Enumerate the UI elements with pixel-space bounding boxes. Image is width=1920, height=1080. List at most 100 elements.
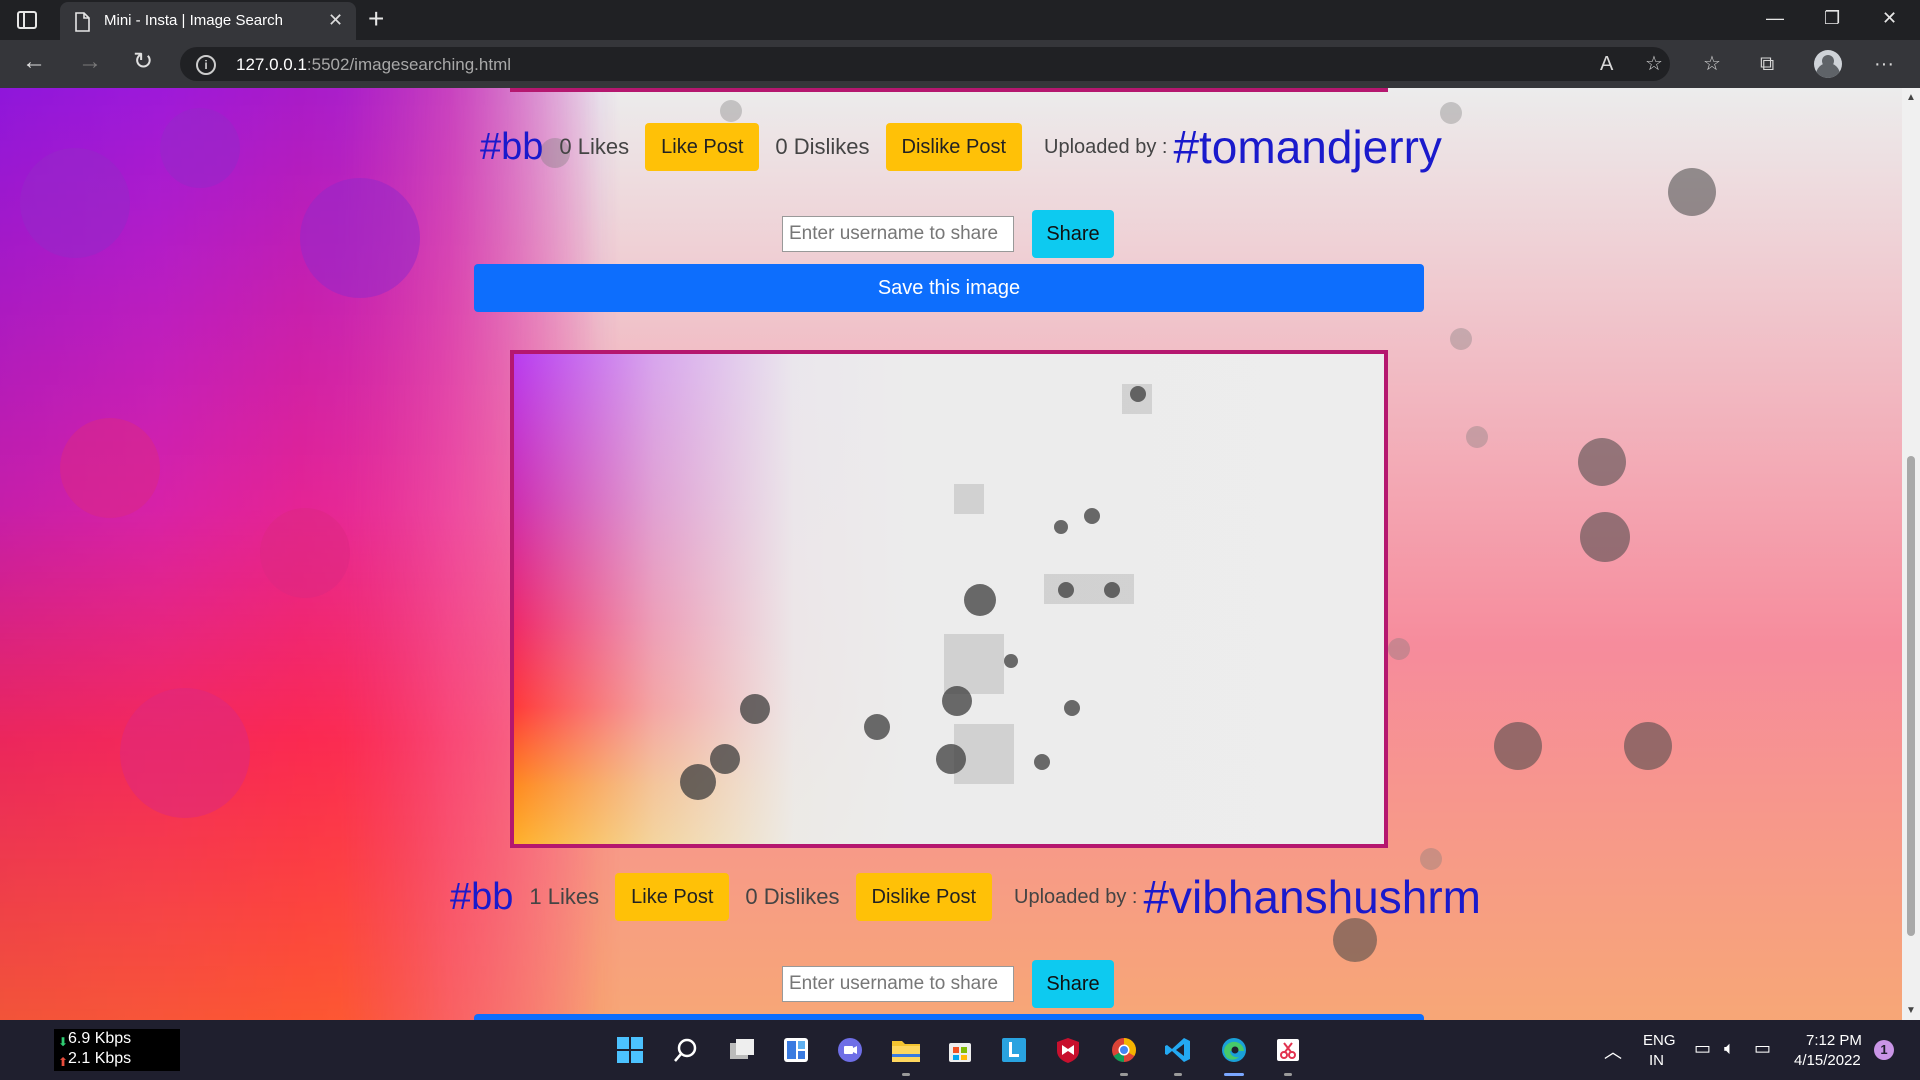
- network-icon[interactable]: ▭: [1694, 1038, 1711, 1059]
- file-explorer-icon[interactable]: [890, 1034, 922, 1076]
- page-viewport: #bb 0 Likes Like Post 0 Dislikes Dislike…: [0, 88, 1902, 1020]
- image-square: [954, 484, 984, 514]
- post-hashtag[interactable]: #bb: [480, 127, 543, 167]
- page-scrollbar[interactable]: ▲ ▼: [1902, 88, 1920, 1020]
- previous-post-image: [510, 88, 1388, 92]
- likes-count: 0 Likes: [559, 134, 630, 159]
- image-dot: [1104, 582, 1120, 598]
- post-hashtag[interactable]: #bb: [450, 877, 513, 917]
- favorites-icon[interactable]: ☆: [1703, 52, 1721, 76]
- uploader-name[interactable]: #vibhanshushrm: [1143, 873, 1481, 921]
- share-row: Share: [782, 960, 1114, 1008]
- clock-time[interactable]: 7:12 PM: [1806, 1032, 1862, 1049]
- image-dot: [1064, 700, 1080, 716]
- forward-icon[interactable]: →: [78, 50, 102, 74]
- image-dot: [1034, 754, 1050, 770]
- more-menu-icon[interactable]: ···: [1874, 52, 1894, 76]
- background-bubble: [120, 688, 250, 818]
- close-tab-icon[interactable]: ✕: [328, 11, 343, 29]
- background-bubble: [720, 100, 742, 122]
- share-button[interactable]: Share: [1032, 960, 1114, 1008]
- uploader-name[interactable]: #tomandjerry: [1173, 123, 1441, 171]
- dislike-post-button[interactable]: Dislike Post: [885, 123, 1023, 171]
- image-dot: [1004, 654, 1018, 668]
- image-square: [944, 634, 1004, 694]
- notification-badge[interactable]: 1: [1874, 1040, 1894, 1060]
- site-info-icon[interactable]: i: [196, 55, 216, 75]
- network-speed-widget: ⬇ 6.9 Kbps ⬆ 2.1 Kbps: [54, 1029, 180, 1071]
- minimize-icon[interactable]: —: [1766, 8, 1784, 29]
- browser-tab-bar: Mini - Insta | Image Search ✕ + — ❐ ✕: [0, 0, 1920, 40]
- uploaded-by-label: Uploaded by :: [1044, 135, 1168, 158]
- vscode-icon[interactable]: [1162, 1034, 1194, 1076]
- image-dot: [1084, 508, 1100, 524]
- like-post-button[interactable]: Like Post: [615, 873, 730, 921]
- clock-date[interactable]: 4/15/2022: [1794, 1052, 1861, 1069]
- net-up-speed: 2.1 Kbps: [68, 1050, 132, 1067]
- store-icon[interactable]: [944, 1034, 976, 1066]
- background-bubble: [1388, 638, 1410, 660]
- share-username-input[interactable]: [782, 216, 1014, 252]
- background-bubble: [20, 148, 130, 258]
- background-bubble: [1466, 426, 1488, 448]
- dislikes-count: 0 Dislikes: [745, 884, 840, 909]
- widgets-icon[interactable]: [780, 1034, 812, 1066]
- tab-actions-icon[interactable]: [16, 9, 38, 31]
- dislikes-count: 0 Dislikes: [775, 134, 870, 159]
- task-view-icon[interactable]: [726, 1034, 758, 1066]
- post-image[interactable]: [510, 350, 1388, 848]
- likes-count: 1 Likes: [529, 884, 600, 909]
- image-dot: [942, 686, 972, 716]
- save-image-button[interactable]: Save this image: [474, 264, 1424, 312]
- url-text: 127.0.0.1:5502/imagesearching.html: [236, 55, 512, 74]
- scroll-up-icon[interactable]: ▲: [1906, 92, 1916, 103]
- show-hidden-icons[interactable]: ︿: [1604, 1038, 1622, 1064]
- image-dot: [710, 744, 740, 774]
- download-arrow-icon: ⬇: [58, 1035, 69, 1049]
- chrome-icon[interactable]: [1108, 1034, 1140, 1076]
- back-icon[interactable]: ←: [22, 50, 46, 74]
- battery-icon[interactable]: ▭: [1754, 1038, 1771, 1059]
- mcafee-icon[interactable]: [1052, 1034, 1084, 1066]
- net-down-speed: 6.9 Kbps: [68, 1030, 132, 1047]
- share-row: Share: [782, 210, 1114, 258]
- background-bubble: [300, 178, 420, 298]
- page-icon: [74, 12, 90, 37]
- background-bubble: [260, 508, 350, 598]
- url-bar[interactable]: i 127.0.0.1:5502/imagesearching.html: [180, 47, 1670, 81]
- refresh-icon[interactable]: ↻: [133, 50, 153, 74]
- dislike-post-button[interactable]: Dislike Post: [855, 873, 993, 921]
- like-post-button[interactable]: Like Post: [645, 123, 760, 171]
- launcher-icon[interactable]: [998, 1034, 1030, 1066]
- background-bubble: [1440, 102, 1462, 124]
- address-toolbar: ← → ↻ i 127.0.0.1:5502/imagesearching.ht…: [0, 40, 1920, 88]
- volume-icon[interactable]: 🔈︎: [1724, 1038, 1735, 1059]
- upload-arrow-icon: ⬆: [58, 1055, 69, 1069]
- scroll-thumb[interactable]: [1907, 456, 1915, 936]
- image-dot: [680, 764, 716, 800]
- restore-icon[interactable]: ❐: [1824, 8, 1840, 29]
- background-bubble: [1333, 918, 1377, 962]
- share-button[interactable]: Share: [1032, 210, 1114, 258]
- chat-icon[interactable]: [834, 1034, 866, 1066]
- browser-tab[interactable]: Mini - Insta | Image Search ✕: [60, 2, 356, 40]
- language-code[interactable]: ENG: [1643, 1032, 1676, 1049]
- tab-title: Mini - Insta | Image Search: [104, 12, 283, 29]
- share-username-input[interactable]: [782, 966, 1014, 1002]
- snipping-tool-icon[interactable]: [1272, 1034, 1304, 1076]
- read-aloud-icon[interactable]: A: [1600, 52, 1613, 76]
- image-dot: [1130, 386, 1146, 402]
- language-region[interactable]: IN: [1649, 1052, 1664, 1069]
- edge-icon[interactable]: [1218, 1034, 1250, 1076]
- start-icon[interactable]: [614, 1034, 646, 1066]
- scroll-down-icon[interactable]: ▼: [1906, 1005, 1916, 1016]
- post-info-row: #bb 0 Likes Like Post 0 Dislikes Dislike…: [480, 120, 1442, 174]
- add-favorite-icon[interactable]: ☆: [1645, 52, 1663, 76]
- background-bubble: [1420, 848, 1442, 870]
- search-icon[interactable]: [670, 1034, 702, 1066]
- new-tab-icon[interactable]: +: [368, 5, 384, 33]
- close-window-icon[interactable]: ✕: [1882, 8, 1897, 29]
- background-bubble: [1494, 722, 1542, 770]
- profile-avatar-icon[interactable]: [1814, 50, 1842, 78]
- collections-icon[interactable]: ⧉: [1760, 52, 1774, 76]
